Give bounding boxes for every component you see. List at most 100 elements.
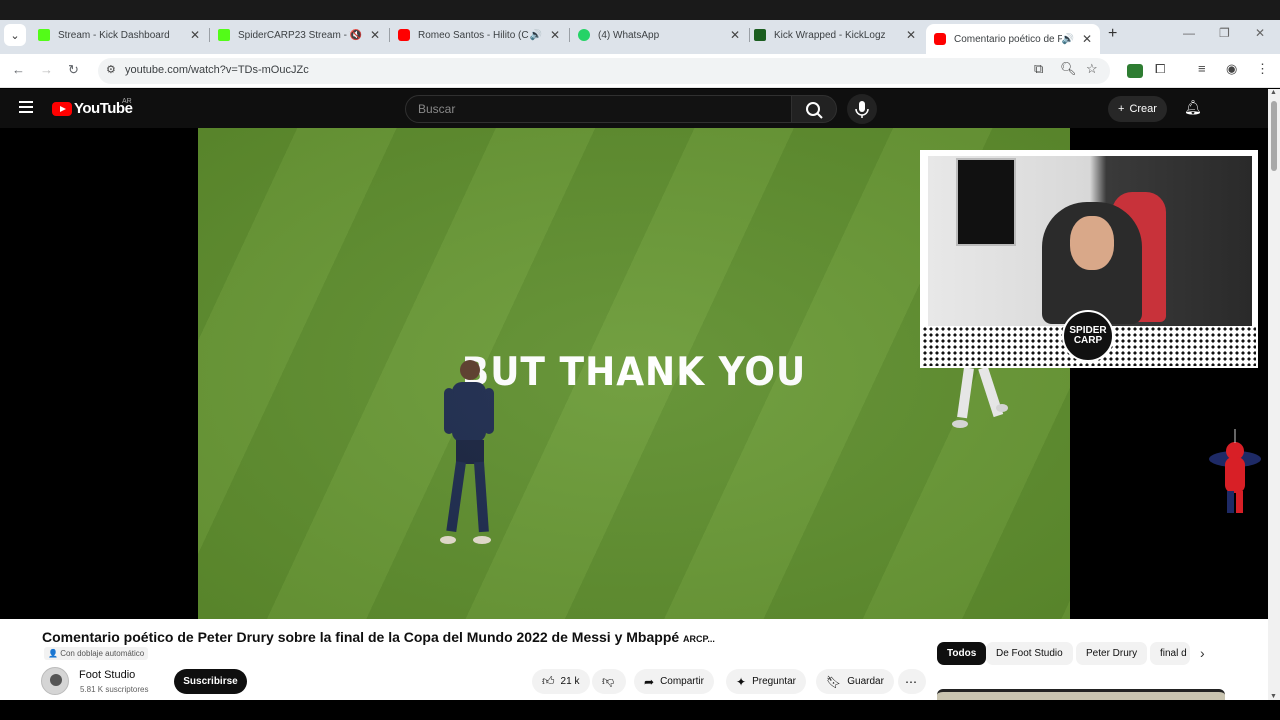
audio-playing-icon[interactable]: 🔊 [1062,34,1074,45]
search-icon [806,102,823,119]
chip-all[interactable]: Todos [937,642,987,665]
close-tab-icon[interactable]: ✕ [728,28,742,42]
save-label: Guardar [847,676,884,687]
site-settings-icon[interactable]: ⚙ [106,63,116,76]
share-arrow-icon: ➦ [644,674,655,689]
minimize-icon[interactable]: — [1183,26,1195,40]
chip-final[interactable]: final d [1150,642,1190,665]
auto-dub-badge: 👤 Con doblaje automático [44,647,149,660]
page-scrollbar[interactable]: ▲ ▼ [1268,89,1280,700]
back-icon[interactable]: ← [12,62,25,77]
voice-search-button[interactable] [847,94,877,124]
youtube-favicon-icon [934,33,946,45]
subscriber-count: 5.81 K suscriptores [80,685,149,694]
create-label: Crear [1129,103,1157,115]
close-window-icon[interactable]: ✕ [1255,26,1265,40]
kick-favicon-icon [38,29,50,41]
country-code: AR [122,98,132,105]
tab-spidercarp-stream[interactable]: SpiderCARP23 Stream - V 🔇 ✕ [210,24,388,46]
video-player[interactable]: BUT THANK YOU SPIDER CARP [0,128,1268,619]
close-tab-icon[interactable]: ✕ [368,28,382,42]
tab-kick-wrapped[interactable]: Kick Wrapped - KickLogz ✕ [746,24,924,46]
scroll-up-arrow-icon[interactable]: ▲ [1270,89,1277,96]
thumbs-down-icon: 👎︎ [602,674,615,688]
whatsapp-favicon-icon [578,29,590,41]
share-label: Compartir [660,676,704,687]
streamer-face [1070,216,1114,270]
bottom-black-bar [0,700,1280,720]
browser-menu-icon[interactable]: ⋮ [1256,61,1269,77]
close-tab-icon[interactable]: ✕ [548,28,562,42]
thumbs-up-icon: 👍︎ [542,674,555,688]
notifications-bell-icon[interactable]: 🔔︎ [1184,99,1202,116]
dislike-button[interactable]: 👎︎ [592,669,626,694]
share-button[interactable]: ➦ Compartir [634,669,714,694]
like-button[interactable]: 👍︎ 21 k [532,669,590,694]
dub-label: Con doblaje automático [60,649,145,658]
youtube-page: YouTube AR + Crear 🔔︎ BUT THANK YO [0,89,1268,720]
search-button[interactable] [791,95,837,123]
tab-whatsapp[interactable]: (4) WhatsApp ✕ [570,24,748,46]
scroll-down-arrow-icon[interactable]: ▼ [1270,693,1277,700]
install-app-icon[interactable]: ⧉ [1034,61,1043,77]
youtube-favicon-icon [398,29,410,41]
sparkle-icon: ✦ [736,674,747,689]
menu-hamburger-icon[interactable] [19,101,33,116]
tab-title: (4) WhatsApp [598,29,660,41]
extensions-puzzle-icon[interactable]: ⧠ [1155,61,1165,77]
zoom-icon[interactable]: 🔍︎ [1060,61,1077,77]
microphone-icon [855,101,869,118]
like-count: 21 k [560,676,580,687]
plus-icon: + [1118,103,1125,115]
restore-window-icon[interactable]: ❐ [1219,26,1230,40]
search-box[interactable] [405,95,792,123]
tab-kick-dashboard[interactable]: Stream - Kick Dashboard ✕ [30,24,208,46]
tab-comentario-poetico-active[interactable]: Comentario poético de P 🔊 ✕ [926,24,1100,54]
profile-icon[interactable]: ◉ [1226,61,1237,77]
muted-audio-icon[interactable]: 🔇 [350,30,362,41]
close-tab-icon[interactable]: ✕ [188,28,202,42]
forward-icon[interactable]: → [40,62,53,77]
spiderman-poster [956,158,1016,246]
search-input[interactable] [418,102,778,116]
chip-peter-drury[interactable]: Peter Drury [1076,642,1148,665]
tab-title: Comentario poético de P [954,33,1062,45]
create-button[interactable]: + Crear [1108,96,1167,122]
close-tab-icon[interactable]: ✕ [1080,32,1094,46]
bookmark-star-icon[interactable]: ☆ [1086,61,1098,77]
bookmark-icon: 🔖︎ [826,674,842,689]
tab-title: Stream - Kick Dashboard [58,29,170,41]
kick-favicon-icon [218,29,230,41]
subscribe-button[interactable]: Suscribirse [174,669,247,694]
video-title-suffix[interactable]: ARCP... [683,634,715,644]
scrollbar-thumb[interactable] [1271,101,1277,171]
tab-title: Romeo Santos - Hilito (C [418,29,529,41]
spiderman-sticker-icon [1209,429,1261,513]
streamer-webcam-overlay: SPIDER CARP [920,150,1258,368]
new-tab-button[interactable]: + [1108,25,1117,43]
media-controls-icon[interactable]: ≡ [1198,61,1206,76]
youtube-play-icon [52,101,72,116]
browser-toolbar: ← → ↻ ⚙ youtube.com/watch?v=TDs-mOucJZc … [0,54,1280,88]
tab-title: Kick Wrapped - KickLogz [774,29,886,41]
save-button[interactable]: 🔖︎ Guardar [816,669,894,694]
tab-search-dropdown-icon[interactable]: ⌄ [4,24,26,46]
browser-tab-bar: ⌄ Stream - Kick Dashboard ✕ SpiderCARP23… [0,0,1280,54]
chip-from-channel[interactable]: De Foot Studio [986,642,1073,665]
channel-avatar[interactable] [41,667,69,695]
tab-romeo-santos[interactable]: Romeo Santos - Hilito (C 🔊 ✕ [390,24,568,46]
audio-playing-icon[interactable]: 🔊 [530,30,542,41]
more-actions-button[interactable]: ⋯ [898,669,926,694]
reload-icon[interactable]: ↻ [68,62,79,78]
address-bar[interactable]: ⚙ youtube.com/watch?v=TDs-mOucJZc [98,58,1110,84]
close-tab-icon[interactable]: ✕ [904,28,918,42]
youtube-logo[interactable]: YouTube AR [52,98,133,117]
top-black-bar [0,0,1280,20]
ask-button[interactable]: ✦ Preguntar [726,669,806,694]
channel-name[interactable]: Foot Studio [79,669,135,681]
chevron-right-icon[interactable]: › [1200,645,1205,661]
extension-badge-icon[interactable] [1127,64,1143,78]
url-text[interactable]: youtube.com/watch?v=TDs-mOucJZc [125,64,309,76]
tab-title: SpiderCARP23 Stream - V [238,29,350,41]
dub-icon: 👤 [48,649,58,658]
